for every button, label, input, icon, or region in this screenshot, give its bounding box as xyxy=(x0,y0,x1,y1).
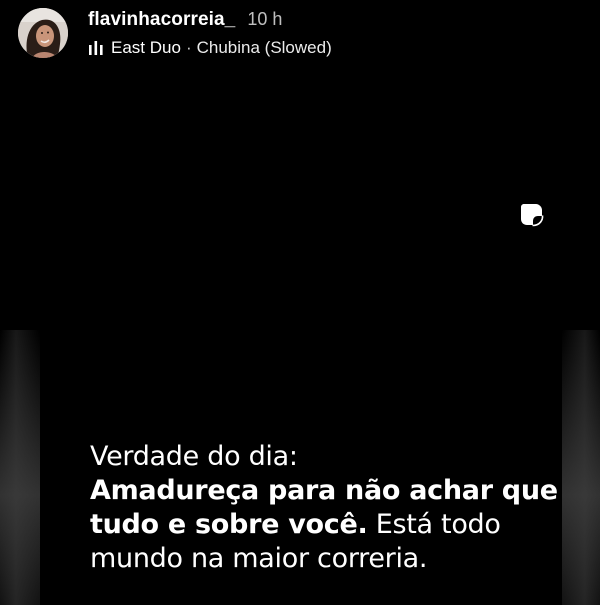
equalizer-bars-icon xyxy=(89,41,103,55)
avatar-photo xyxy=(18,8,68,58)
left-edge-shadow xyxy=(0,330,40,605)
right-edge-shadow xyxy=(562,330,600,605)
music-song-title: Chubina (Slowed) xyxy=(196,38,332,57)
avatar[interactable] xyxy=(18,8,68,58)
username[interactable]: flavinhacorreia_ xyxy=(88,9,235,31)
sticker-icon[interactable] xyxy=(519,202,545,228)
music-attribution[interactable]: East Duo · Chubina (Slowed) xyxy=(88,37,332,59)
caption-body: Amadureça para não achar que tudo e sobr… xyxy=(90,474,560,576)
story-meta: flavinhacorreia_ 10 h East Duo · Chubina… xyxy=(88,9,332,59)
timestamp: 10 h xyxy=(247,9,283,29)
music-artist: East Duo xyxy=(111,38,181,57)
story-header: flavinhacorreia_ 10 h East Duo · Chubina… xyxy=(18,8,332,59)
story-view[interactable]: flavinhacorreia_ 10 h East Duo · Chubina… xyxy=(0,0,600,605)
music-separator: · xyxy=(185,38,192,57)
caption-line-1: Verdade do dia: xyxy=(90,441,298,472)
story-caption: Verdade do dia: Amadureça para não achar… xyxy=(90,440,560,576)
